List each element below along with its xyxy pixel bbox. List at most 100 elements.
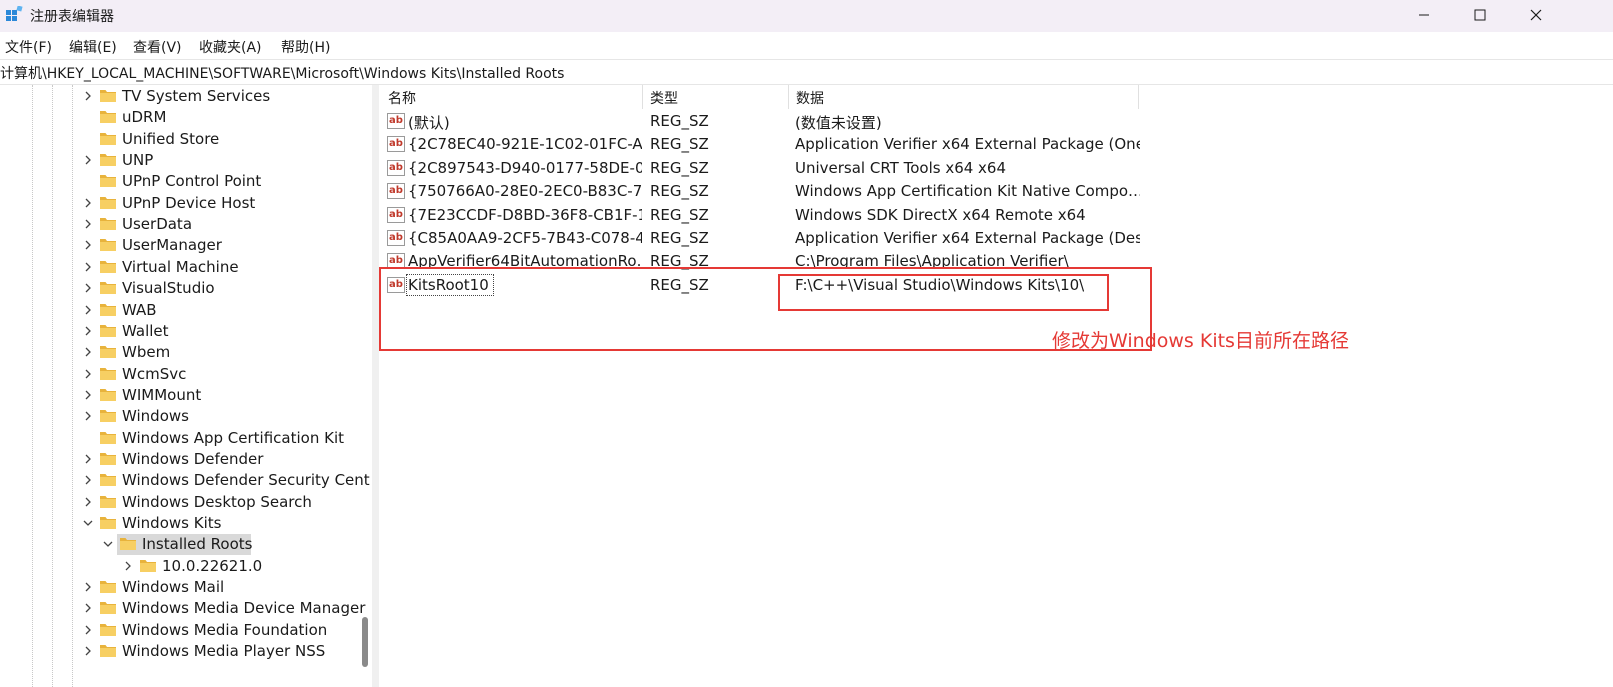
folder-icon: [100, 645, 116, 658]
value-row[interactable]: ab {2C897543-D940-0177-58DE-0… REG_SZ Unive…: [380, 157, 1613, 180]
value-row[interactable]: ab {7E23CCDF-D8BD-36F8-CB1F-1… REG_SZ Windo…: [380, 204, 1613, 227]
tree-node-label: Windows Desktop Search: [122, 492, 312, 511]
chevron-right-icon[interactable]: [83, 282, 93, 294]
tree-node[interactable]: Windows Media Player NSS: [0, 641, 372, 662]
tree-node[interactable]: VisualStudio: [0, 278, 372, 299]
tree-node-label: WIMMount: [122, 385, 202, 404]
close-button[interactable]: [1508, 0, 1564, 30]
tree-node[interactable]: Wbem: [0, 342, 372, 363]
chevron-right-icon[interactable]: [83, 453, 93, 465]
tree-node[interactable]: Windows Media Device Manager: [0, 598, 372, 619]
address-path[interactable]: 计算机\HKEY_LOCAL_MACHINE\SOFTWARE\Microsof…: [0, 63, 564, 83]
maximize-button[interactable]: [1452, 0, 1508, 30]
tree-node[interactable]: 10.0.22621.0: [0, 556, 372, 577]
tree-node[interactable]: Unified Store: [0, 129, 372, 150]
chevron-right-icon[interactable]: [83, 645, 93, 657]
svg-text:ab: ab: [389, 115, 403, 126]
address-bar[interactable]: 计算机\HKEY_LOCAL_MACHINE\SOFTWARE\Microsof…: [0, 59, 1613, 85]
tree-node[interactable]: Windows Kits: [0, 513, 372, 534]
chevron-right-icon[interactable]: [83, 304, 93, 316]
tree-node[interactable]: UserData: [0, 214, 372, 235]
chevron-right-icon[interactable]: [83, 602, 93, 614]
tree-node[interactable]: Virtual Machine: [0, 257, 372, 278]
string-value-icon: ab: [387, 183, 405, 200]
tree-node[interactable]: Wallet: [0, 321, 372, 342]
tree-node[interactable]: UPnP Control Point: [0, 171, 372, 192]
chevron-right-icon[interactable]: [83, 474, 93, 486]
chevron-right-icon[interactable]: [83, 624, 93, 636]
tree-node[interactable]: UserManager: [0, 235, 372, 256]
tree-node[interactable]: Windows Mail: [0, 577, 372, 598]
key-tree[interactable]: TV System Services uDRM Unified Store UNP UP…: [0, 85, 372, 687]
tree-node[interactable]: TV System Services: [0, 86, 372, 107]
menu-edit[interactable]: 编辑(E): [69, 37, 117, 57]
tree-node[interactable]: Windows: [0, 406, 372, 427]
chevron-right-icon[interactable]: [83, 218, 93, 230]
tree-node[interactable]: Windows App Certification Kit: [0, 428, 372, 449]
chevron-down-icon[interactable]: [83, 517, 93, 529]
values-list[interactable]: 名称 类型 数据 ab (默认) REG_SZ (数值未设置) ab {2C78EC40-…: [380, 85, 1613, 687]
chevron-right-icon[interactable]: [83, 389, 93, 401]
chevron-right-icon[interactable]: [83, 90, 93, 102]
value-row[interactable]: ab (默认) REG_SZ (数值未设置): [380, 110, 1613, 133]
tree-node-label: UNP: [122, 151, 154, 170]
menu-file[interactable]: 文件(F): [5, 37, 52, 57]
chevron-down-icon[interactable]: [103, 538, 113, 550]
tree-node[interactable]: WIMMount: [0, 385, 372, 406]
minimize-icon: [1419, 14, 1429, 16]
menu-view[interactable]: 查看(V): [133, 37, 182, 57]
folder-icon: [100, 218, 116, 231]
tree-node-label: 10.0.22621.0: [162, 556, 263, 575]
tree-node-label: uDRM: [122, 108, 167, 127]
tree-node-label: UserManager: [122, 236, 222, 255]
chevron-right-icon[interactable]: [83, 197, 93, 209]
tree-node[interactable]: Windows Desktop Search: [0, 492, 372, 513]
tree-node-label: TV System Services: [122, 87, 271, 105]
folder-icon: [100, 303, 116, 316]
maximize-icon: [1474, 9, 1486, 21]
tree-node[interactable]: Windows Media Foundation: [0, 620, 372, 641]
tree-node[interactable]: WAB: [0, 300, 372, 321]
folder-icon: [100, 346, 116, 359]
chevron-right-icon[interactable]: [83, 154, 93, 166]
folder-icon: [100, 452, 116, 465]
chevron-right-icon[interactable]: [83, 346, 93, 358]
svg-text:ab: ab: [389, 232, 403, 243]
tree-node[interactable]: Installed Roots: [0, 534, 372, 556]
tree-node[interactable]: Windows Defender: [0, 449, 372, 470]
tree-node[interactable]: UPnP Device Host: [0, 193, 372, 214]
menu-favorites[interactable]: 收藏夹(A): [199, 37, 262, 57]
value-name: {7E23CCDF-D8BD-36F8-CB1F-1…: [408, 205, 642, 224]
value-row[interactable]: ab {C85A0AA9-2CF5-7B43-C078-4… REG_SZ Appli…: [380, 227, 1613, 250]
column-header-type[interactable]: 类型: [642, 85, 788, 109]
pane-splitter[interactable]: [372, 85, 379, 687]
tree-node-label: Windows Media Device Manager: [122, 599, 366, 618]
column-divider[interactable]: [1138, 85, 1139, 109]
tree-node[interactable]: UNP: [0, 150, 372, 171]
chevron-right-icon[interactable]: [83, 410, 93, 422]
tree-node[interactable]: uDRM: [0, 107, 372, 128]
value-row[interactable]: ab {750766A0-28E0-2EC0-B83C-7… REG_SZ Windo…: [380, 180, 1613, 203]
value-data: Windows SDK DirectX x64 Remote x64: [795, 205, 1086, 224]
menu-help[interactable]: 帮助(H): [281, 37, 330, 57]
column-header-data-label: 数据: [796, 91, 824, 107]
value-data: (数值未设置): [795, 114, 882, 132]
svg-text:ab: ab: [389, 138, 403, 149]
tree-node-label: Virtual Machine: [122, 257, 239, 276]
tree-node-label: Unified Store: [122, 129, 220, 148]
column-header-data[interactable]: 数据: [788, 85, 1138, 109]
chevron-right-icon[interactable]: [123, 560, 133, 572]
value-row[interactable]: ab {2C78EC40-921E-1C02-01FC-A… REG_SZ Appli…: [380, 133, 1613, 156]
chevron-right-icon[interactable]: [83, 496, 93, 508]
chevron-right-icon[interactable]: [83, 368, 93, 380]
chevron-right-icon[interactable]: [83, 325, 93, 337]
chevron-right-icon[interactable]: [83, 261, 93, 273]
tree-node[interactable]: Windows Defender Security Cent: [0, 470, 372, 491]
minimize-button[interactable]: [1396, 0, 1452, 30]
chevron-right-icon[interactable]: [83, 239, 93, 251]
string-value-icon: ab: [387, 136, 405, 153]
value-data: Windows App Certification Kit Native Com…: [795, 182, 1140, 201]
chevron-right-icon[interactable]: [83, 581, 93, 593]
column-header-name[interactable]: 名称: [380, 85, 642, 109]
tree-node[interactable]: WcmSvc: [0, 364, 372, 385]
